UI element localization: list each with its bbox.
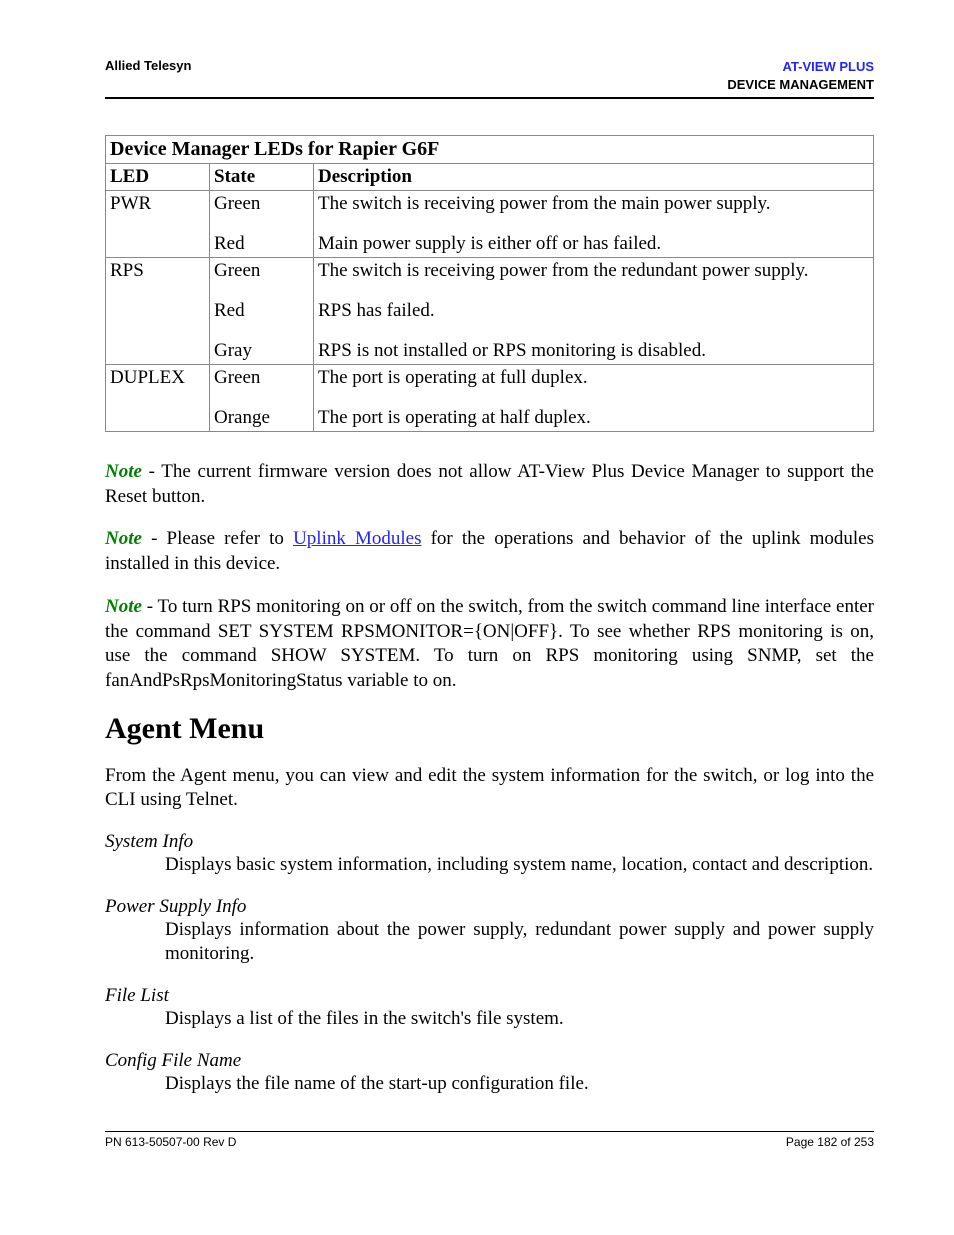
table-row: PWR Green Red The switch is receiving po…: [106, 191, 874, 258]
cell-led: DUPLEX: [106, 365, 210, 432]
footer-right: Page 182 of 253: [786, 1135, 874, 1149]
section-intro: From the Agent menu, you can view and ed…: [105, 764, 874, 813]
header-section: DEVICE MANAGEMENT: [727, 77, 874, 92]
cell-desc: The port is operating at full duplex. Th…: [314, 365, 874, 432]
menu-def: Displays information about the power sup…: [165, 918, 874, 967]
note-3: Note - To turn RPS monitoring on or off …: [105, 595, 874, 694]
page-header: Allied Telesyn AT-VIEW PLUS DEVICE MANAG…: [105, 58, 874, 99]
table-title: Device Manager LEDs for Rapier G6F: [106, 136, 874, 164]
menu-def: Displays basic system information, inclu…: [165, 853, 874, 878]
note-label: Note: [105, 528, 142, 549]
page-footer: PN 613-50507-00 Rev D Page 182 of 253: [105, 1131, 874, 1149]
cell-state: Green Red: [210, 191, 314, 258]
cell-desc: The switch is receiving power from the r…: [314, 258, 874, 365]
page: Allied Telesyn AT-VIEW PLUS DEVICE MANAG…: [0, 0, 954, 1235]
note-1: Note - The current firmware version does…: [105, 460, 874, 509]
menu-term: System Info: [105, 831, 874, 853]
cell-desc: The switch is receiving power from the m…: [314, 191, 874, 258]
header-right: AT-VIEW PLUS DEVICE MANAGEMENT: [727, 58, 874, 93]
note-label: Note: [105, 461, 142, 482]
note-label: Note: [105, 596, 142, 617]
led-table: Device Manager LEDs for Rapier G6F LED S…: [105, 135, 874, 432]
uplink-modules-link[interactable]: Uplink Modules: [293, 528, 421, 549]
col-desc: Description: [314, 164, 874, 191]
section-heading: Agent Menu: [105, 712, 874, 746]
cell-led: PWR: [106, 191, 210, 258]
header-left: Allied Telesyn: [105, 58, 191, 73]
header-product: AT-VIEW PLUS: [783, 59, 874, 74]
col-led: LED: [106, 164, 210, 191]
footer-left: PN 613-50507-00 Rev D: [105, 1135, 236, 1149]
table-row: RPS Green Red Gray The switch is receivi…: [106, 258, 874, 365]
menu-term: Config File Name: [105, 1050, 874, 1072]
note-2: Note - Please refer to Uplink Modules fo…: [105, 527, 874, 576]
table-row: DUPLEX Green Orange The port is operatin…: [106, 365, 874, 432]
cell-state: Green Red Gray: [210, 258, 314, 365]
cell-state: Green Orange: [210, 365, 314, 432]
menu-def: Displays the file name of the start-up c…: [165, 1072, 874, 1097]
menu-term: Power Supply Info: [105, 896, 874, 918]
menu-term: File List: [105, 985, 874, 1007]
col-state: State: [210, 164, 314, 191]
cell-led: RPS: [106, 258, 210, 365]
menu-def: Displays a list of the files in the swit…: [165, 1007, 874, 1032]
